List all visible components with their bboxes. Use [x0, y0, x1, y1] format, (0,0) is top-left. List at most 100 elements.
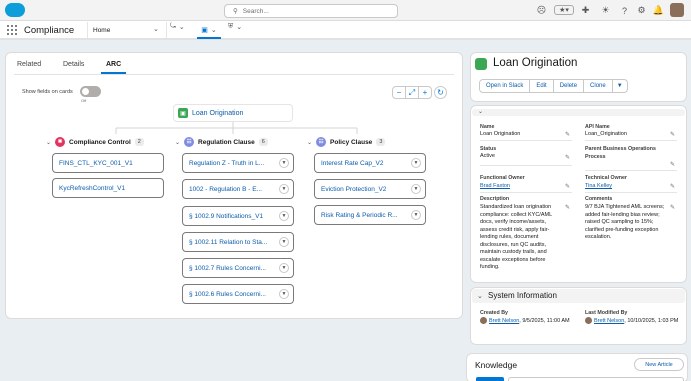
node-label: FINS_CTL_KYC_001_V1 [59, 159, 133, 167]
node-label: Eviction Protection_V2 [321, 185, 387, 193]
avatar [480, 317, 487, 324]
node-policy-clause[interactable]: Interest Rate Cap_V2 ▼ [314, 153, 426, 173]
chevron-down-icon[interactable]: ▼ [279, 158, 289, 168]
chevron-down-icon[interactable]: ▼ [279, 289, 289, 299]
record-title: Loan Origination [493, 57, 578, 69]
edit-pencil-icon[interactable]: ✎ [670, 183, 675, 190]
chevron-down-icon[interactable]: ▼ [411, 210, 421, 220]
chevron-down-icon: ⌄ [175, 139, 181, 146]
clone-button[interactable]: Clone [584, 80, 613, 92]
system-information-title: System Information [488, 291, 557, 300]
field-value: Active [480, 153, 495, 159]
node-label: Risk Rating & Periodic R... [321, 211, 398, 219]
chevron-down-icon[interactable]: ▼ [279, 184, 289, 194]
group-header-regulation-clause[interactable]: ⌄ ☷ Regulation Clause 6 [175, 137, 268, 147]
modified-date: , 10/10/2025, 1:03 PM [624, 317, 679, 324]
new-article-button[interactable]: New Article [634, 358, 684, 371]
node-label: § 1002.6 Rules Concerni... [189, 290, 266, 298]
group-count: 2 [134, 138, 144, 146]
clause-icon: ☷ [184, 137, 195, 147]
process-icon [475, 58, 487, 70]
chevron-down-icon[interactable]: ⌄ [478, 108, 483, 115]
description-value: Standardized loan origination compliance… [480, 204, 552, 270]
divider [585, 140, 677, 141]
details-section-bar [472, 109, 685, 116]
chevron-down-icon[interactable]: ▼ [411, 184, 421, 194]
group-title: Regulation Clause [198, 138, 255, 146]
group-title: Policy Clause [330, 138, 373, 146]
field-label: Created By [480, 310, 508, 316]
open-in-slack-button[interactable]: Open in Slack [480, 80, 531, 92]
chevron-down-icon[interactable]: ▼ [411, 158, 421, 168]
node-label: § 1002.7 Rules Concerni... [189, 264, 266, 272]
group-header-policy-clause[interactable]: ⌄ ☷ Policy Clause 3 [307, 137, 386, 147]
field-label: Last Modified By [585, 310, 628, 316]
comments-value: 9/7 BJA Tightened AML screens; added fai… [585, 204, 665, 240]
field-label: Comments [585, 196, 613, 202]
field-label: Functional Owner [480, 175, 525, 181]
avatar [585, 317, 592, 324]
edit-pencil-icon[interactable]: ✎ [565, 183, 570, 190]
node-regulation-clause[interactable]: § 1002.6 Rules Concerni... ▼ [182, 284, 294, 304]
node-regulation-clause[interactable]: § 1002.9 Notifications_V1 ▼ [182, 206, 294, 226]
created-by-link[interactable]: Brett Nelson [489, 318, 519, 324]
divider [585, 170, 677, 171]
modified-by-value: Brett Nelson, 10/10/2025, 1:03 PM [585, 317, 680, 325]
node-compliance-control[interactable]: FINS_CTL_KYC_001_V1 [52, 153, 164, 173]
created-date: , 9/5/2025, 11:00 AM [519, 317, 570, 324]
chevron-down-icon[interactable]: ▼ [279, 211, 289, 221]
divider [585, 192, 677, 193]
group-header-compliance-control[interactable]: ⌄ ❋ Compliance Control 2 [46, 137, 144, 147]
chevron-down-icon[interactable]: ⌄ [477, 292, 483, 300]
field-label: Parent Business Operations Process [585, 146, 656, 160]
knowledge-search-input[interactable] [508, 377, 684, 381]
more-actions-button[interactable]: ▼ [613, 80, 627, 92]
node-label: § 1002.9 Notifications_V1 [189, 212, 264, 220]
edit-pencil-icon[interactable]: ✎ [670, 204, 675, 211]
node-label: Interest Rate Cap_V2 [321, 159, 384, 167]
node-regulation-clause[interactable]: § 1002.11 Relation to Sta... ▼ [182, 232, 294, 252]
node-regulation-clause[interactable]: 1002 - Regulation B - E... ▼ [182, 179, 294, 199]
node-label: 1002 - Regulation B - E... [189, 185, 262, 193]
root-node-label: Loan Origination [192, 109, 244, 117]
group-count: 6 [258, 138, 268, 146]
knowledge-search-button[interactable] [476, 377, 504, 381]
chevron-down-icon[interactable]: ▼ [279, 263, 289, 273]
field-value: Loan_Origination [585, 131, 627, 137]
node-label: § 1002.11 Relation to Sta... [189, 238, 268, 246]
technical-owner-link[interactable]: Tina Kelley [585, 183, 612, 191]
node-compliance-control[interactable]: KycRefreshControl_V1 [52, 178, 164, 198]
edit-pencil-icon[interactable]: ✎ [670, 131, 675, 138]
delete-button[interactable]: Delete [554, 80, 585, 92]
field-label: API Name [585, 124, 610, 130]
process-icon: ▣ [178, 108, 188, 118]
group-title: Compliance Control [69, 138, 131, 146]
modified-by-link[interactable]: Brett Nelson [594, 318, 624, 324]
divider [480, 140, 572, 141]
root-node[interactable]: ▣ Loan Origination [173, 104, 293, 122]
control-icon: ❋ [55, 137, 66, 147]
node-regulation-clause[interactable]: Regulation Z - Truth in L... ▼ [182, 153, 294, 173]
field-label: Technical Owner [585, 175, 627, 181]
chevron-down-icon[interactable]: ▼ [279, 237, 289, 247]
edit-pencil-icon[interactable]: ✎ [670, 161, 675, 168]
chevron-down-icon: ⌄ [307, 139, 313, 146]
node-regulation-clause[interactable]: § 1002.7 Rules Concerni... ▼ [182, 258, 294, 278]
clause-icon: ☷ [316, 137, 327, 147]
edit-pencil-icon[interactable]: ✎ [565, 131, 570, 138]
functional-owner-link[interactable]: Brad Faxton [480, 183, 510, 191]
node-label: Regulation Z - Truth in L... [189, 159, 265, 167]
field-value: Loan Origination [480, 131, 521, 137]
created-by-value: Brett Nelson, 9/5/2025, 11:00 AM [480, 317, 575, 325]
knowledge-title: Knowledge [475, 360, 518, 370]
chevron-down-icon: ▼ [616, 83, 623, 89]
group-count: 3 [376, 138, 386, 146]
edit-button[interactable]: Edit [530, 80, 554, 92]
field-label: Name [480, 124, 495, 130]
node-policy-clause[interactable]: Risk Rating & Periodic R... ▼ [314, 205, 426, 225]
divider [480, 165, 572, 166]
node-policy-clause[interactable]: Eviction Protection_V2 ▼ [314, 179, 426, 199]
edit-pencil-icon[interactable]: ✎ [565, 204, 570, 211]
chevron-down-icon: ⌄ [46, 139, 52, 146]
edit-pencil-icon[interactable]: ✎ [565, 154, 570, 161]
